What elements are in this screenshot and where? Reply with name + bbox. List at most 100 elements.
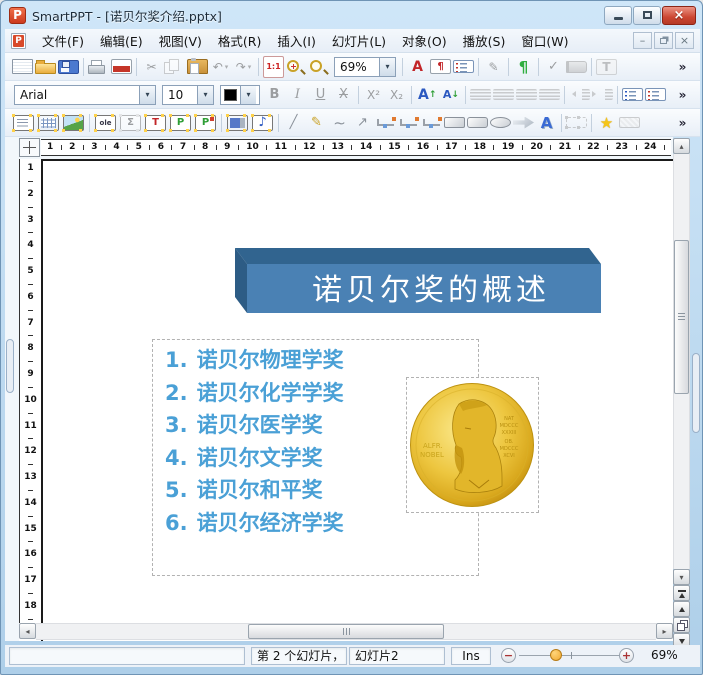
font-color-dropdown[interactable]: ▾ bbox=[240, 85, 256, 104]
draw-block-arrow[interactable] bbox=[513, 116, 534, 129]
scroll-up-button[interactable]: ▴ bbox=[673, 138, 690, 154]
actual-size[interactable]: 1:1 bbox=[263, 55, 284, 78]
insert-table[interactable] bbox=[37, 113, 59, 131]
right-pane-grip[interactable] bbox=[692, 353, 700, 433]
formatting-toolbar-overflow[interactable]: » bbox=[672, 84, 693, 106]
font-color-combo[interactable]: ▾ bbox=[220, 84, 260, 105]
grow-font[interactable]: A bbox=[416, 84, 438, 106]
close-button[interactable]: × bbox=[662, 5, 696, 25]
ruler-number: 8 bbox=[27, 343, 34, 354]
left-pane-grip[interactable] bbox=[6, 339, 14, 393]
zoom-slider-thumb[interactable] bbox=[550, 649, 562, 661]
zoom-out[interactable] bbox=[309, 59, 330, 74]
zoom-level-combo[interactable]: 69% ▾ bbox=[334, 56, 396, 77]
insert-video[interactable] bbox=[226, 113, 248, 131]
mdi-close-button[interactable]: × bbox=[675, 32, 694, 49]
insert-textart[interactable]: T bbox=[144, 113, 166, 131]
menu-object[interactable]: 对象(O) bbox=[394, 29, 455, 52]
maximize-button[interactable] bbox=[633, 5, 661, 25]
ruler-tick bbox=[28, 386, 33, 388]
ruler-tick bbox=[28, 283, 33, 285]
vertical-scroll-track[interactable] bbox=[673, 154, 690, 569]
first-slide-button[interactable] bbox=[673, 585, 690, 601]
ruler-tick bbox=[465, 145, 467, 150]
insert-image[interactable] bbox=[62, 113, 84, 131]
insert-ole-object[interactable]: ole bbox=[94, 113, 116, 131]
medal-image-frame[interactable]: ALFR. NOBEL NAT MDCCC XXXIII OB. MDCCC X… bbox=[406, 377, 539, 513]
vertical-scroll-thumb[interactable] bbox=[674, 240, 689, 394]
menu-edit[interactable]: 编辑(E) bbox=[92, 29, 151, 52]
standard-toolbar-overflow[interactable]: » bbox=[672, 56, 693, 78]
list-item[interactable]: 1. 诺贝尔物理学奖 bbox=[165, 344, 478, 377]
font-name-dropdown[interactable]: ▾ bbox=[139, 85, 155, 104]
draw-ellipse[interactable] bbox=[490, 117, 511, 128]
horizontal-scroll-thumb[interactable] bbox=[248, 624, 444, 639]
scroll-down-button[interactable]: ▾ bbox=[673, 569, 690, 585]
save[interactable] bbox=[58, 59, 79, 74]
draw-curve[interactable]: ∼ bbox=[329, 112, 350, 134]
font-size-combo[interactable]: 10 ▾ bbox=[162, 84, 214, 105]
toolbar-separator bbox=[89, 113, 90, 132]
slide-title-box[interactable]: 诺贝尔奖的概述 bbox=[235, 248, 601, 313]
medal-text-alfr: ALFR. bbox=[423, 442, 443, 450]
title-bar[interactable]: P SmartPPT - [诺贝尔奖介绍.pptx] × bbox=[1, 1, 702, 29]
insert-presentation-file[interactable]: P bbox=[194, 113, 216, 131]
ruler-number: 12 bbox=[24, 446, 37, 457]
paragraph-settings[interactable]: ¶ bbox=[430, 59, 451, 74]
font-color[interactable]: A bbox=[407, 56, 428, 78]
menu-file[interactable]: 文件(F) bbox=[34, 29, 92, 52]
menu-slide[interactable]: 幻灯片(L) bbox=[324, 29, 394, 52]
draw-rounded-rectangle[interactable] bbox=[467, 117, 488, 128]
menu-format[interactable]: 格式(R) bbox=[210, 29, 269, 52]
font-size-dropdown[interactable]: ▾ bbox=[197, 85, 213, 104]
draw-line[interactable]: ╱ bbox=[283, 112, 304, 134]
font-name-combo[interactable]: Arial ▾ bbox=[14, 84, 156, 105]
draw-arrow[interactable]: ↗ bbox=[352, 112, 373, 134]
medal-text-r2: MDCCC bbox=[500, 423, 519, 429]
formatting-marks[interactable]: ¶ bbox=[513, 56, 534, 78]
draw-connector[interactable] bbox=[375, 117, 396, 128]
menu-insert[interactable]: 插入(I) bbox=[269, 29, 323, 52]
horizontal-scroll-track[interactable] bbox=[36, 623, 656, 640]
menu-play[interactable]: 播放(S) bbox=[455, 29, 514, 52]
insert-star[interactable]: ★ bbox=[596, 112, 617, 134]
export-pdf[interactable] bbox=[111, 59, 132, 74]
ruler-origin-crosshair[interactable] bbox=[19, 138, 40, 157]
insert-audio[interactable]: ♪ bbox=[251, 113, 273, 131]
insert-presentation-object[interactable]: P bbox=[169, 113, 191, 131]
drawing-toolbar-overflow[interactable]: » bbox=[672, 112, 693, 134]
zoom-in[interactable] bbox=[286, 59, 307, 74]
open-file[interactable] bbox=[35, 59, 56, 74]
draw-rectangle[interactable] bbox=[444, 117, 465, 128]
zoom-out-button[interactable]: − bbox=[501, 648, 516, 663]
bullet-list[interactable] bbox=[622, 88, 644, 101]
draw-elbow-connector[interactable] bbox=[398, 117, 419, 128]
zoom-slider-track[interactable] bbox=[519, 655, 627, 656]
mdi-restore-button[interactable] bbox=[654, 32, 673, 49]
scroll-right-button[interactable]: ▸ bbox=[656, 623, 673, 639]
ruler-tick bbox=[28, 464, 33, 466]
slide-canvas[interactable]: 诺贝尔奖的概述 1. 诺贝尔物理学奖 2. 诺贝尔化学学奖 3. 诺贝尔医学奖 4. 诺贝尔文… bbox=[41, 159, 673, 641]
ruler-tick bbox=[635, 145, 637, 150]
zoom-combo-dropdown[interactable]: ▾ bbox=[379, 57, 395, 76]
status-bar: 第 2 个幻灯片， 幻灯片2 Ins − + 69% bbox=[5, 645, 700, 667]
menu-view[interactable]: 视图(V) bbox=[151, 29, 210, 52]
insert-mode-indicator[interactable]: Ins bbox=[451, 647, 491, 665]
insert-wordart[interactable]: A bbox=[536, 112, 557, 134]
shrink-font[interactable]: A bbox=[440, 84, 461, 106]
previous-slide-button[interactable] bbox=[673, 601, 690, 617]
minimize-button[interactable] bbox=[604, 5, 632, 25]
slide-navigator-button[interactable] bbox=[673, 617, 690, 633]
numbered-list[interactable] bbox=[645, 88, 667, 101]
draw-curved-connector[interactable] bbox=[421, 117, 442, 128]
insert-textbox[interactable] bbox=[12, 113, 34, 131]
menu-window[interactable]: 窗口(W) bbox=[513, 29, 576, 52]
paste[interactable] bbox=[187, 58, 208, 74]
zoom-in-button[interactable]: + bbox=[619, 648, 634, 663]
scroll-left-button[interactable]: ◂ bbox=[19, 623, 36, 639]
outline-numbering-view[interactable] bbox=[453, 60, 474, 73]
new-document[interactable] bbox=[12, 59, 33, 74]
print[interactable] bbox=[88, 59, 109, 74]
mdi-minimize-button[interactable]: – bbox=[633, 32, 652, 49]
draw-freehand[interactable]: ✎ bbox=[306, 112, 327, 134]
